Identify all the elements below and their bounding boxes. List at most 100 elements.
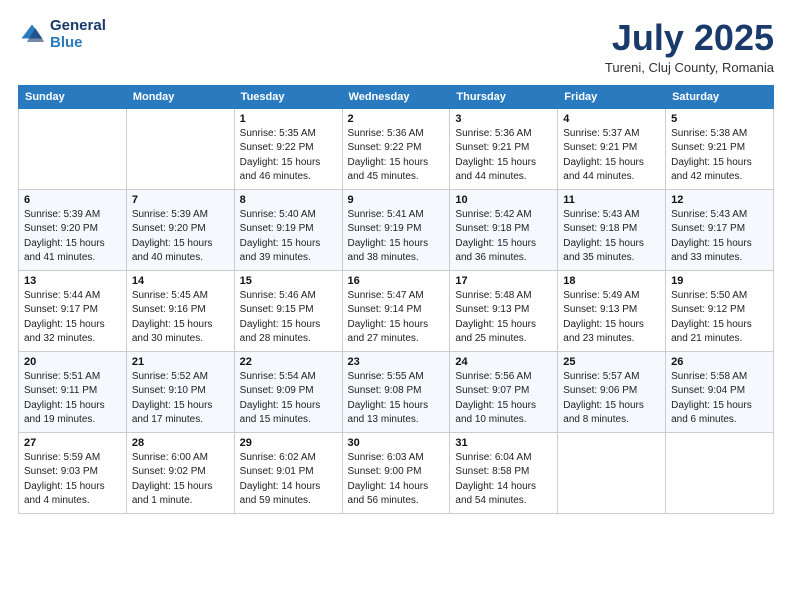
calendar-cell: 16Sunrise: 5:47 AM Sunset: 9:14 PM Dayli… xyxy=(342,270,450,351)
calendar-cell: 11 Sunrise: 5:43 AM Sunset: 9:18 PM Dayli… xyxy=(558,189,666,270)
day-number: 4 xyxy=(563,113,660,125)
header-tuesday: Tuesday xyxy=(234,85,342,108)
day-info: Sunrise: 5:49 AM Sunset: 9:13 PM Dayligh… xyxy=(563,289,660,347)
calendar-cell: 6 Sunrise: 5:39 AM Sunset: 9:20 PM Daylig… xyxy=(19,189,127,270)
day-number: 19 xyxy=(671,275,768,287)
day-number: 13 xyxy=(24,275,121,287)
day-number: 28 xyxy=(132,437,229,449)
day-info: Sunrise: 5:46 AM Sunset: 9:15 PM Dayligh… xyxy=(240,289,337,347)
calendar-cell: 27 Sunrise: 5:59 AM Sunset: 9:03 PM Dayli… xyxy=(19,432,127,513)
calendar-cell: 9Sunrise: 5:41 AM Sunset: 9:19 PM Daylig… xyxy=(342,189,450,270)
day-info: Sunrise: 5:57 AM Sunset: 9:06 PM Dayligh… xyxy=(563,370,660,428)
calendar-cell: 19 Sunrise: 5:50 AM Sunset: 9:12 PM Dayli… xyxy=(666,270,774,351)
calendar-week-row: 20Sunrise: 5:51 AM Sunset: 9:11 PM Dayli… xyxy=(19,351,774,432)
calendar-week-row: 1 Sunrise: 5:35 AM Sunset: 9:22 PM Daylig… xyxy=(19,108,774,189)
day-info: Sunrise: 5:35 AM Sunset: 9:22 PM Dayligh… xyxy=(240,127,337,185)
calendar-cell: 22 Sunrise: 5:54 AM Sunset: 9:09 PM Dayli… xyxy=(234,351,342,432)
calendar-cell: 8Sunrise: 5:40 AM Sunset: 9:19 PM Daylig… xyxy=(234,189,342,270)
logo: General Blue xyxy=(18,18,106,51)
day-number: 27 xyxy=(24,437,121,449)
calendar-cell: 15 Sunrise: 5:46 AM Sunset: 9:15 PM Dayli… xyxy=(234,270,342,351)
month-title: July 2025 xyxy=(605,18,774,58)
calendar-cell: 3Sunrise: 5:36 AM Sunset: 9:21 PM Daylig… xyxy=(450,108,558,189)
day-info: Sunrise: 6:04 AM Sunset: 8:58 PM Dayligh… xyxy=(455,451,552,509)
day-number: 2 xyxy=(348,113,445,125)
day-info: Sunrise: 5:58 AM Sunset: 9:04 PM Dayligh… xyxy=(671,370,768,428)
day-number: 30 xyxy=(348,437,445,449)
calendar-cell xyxy=(126,108,234,189)
calendar-cell: 23 Sunrise: 5:55 AM Sunset: 9:08 PM Dayli… xyxy=(342,351,450,432)
day-info: Sunrise: 5:39 AM Sunset: 9:20 PM Dayligh… xyxy=(24,208,121,266)
day-info: Sunrise: 5:42 AM Sunset: 9:18 PM Dayligh… xyxy=(455,208,552,266)
day-info: Sunrise: 5:50 AM Sunset: 9:12 PM Dayligh… xyxy=(671,289,768,347)
day-number: 14 xyxy=(132,275,229,287)
day-number: 18 xyxy=(563,275,660,287)
day-info: Sunrise: 5:52 AM Sunset: 9:10 PM Dayligh… xyxy=(132,370,229,428)
calendar-cell: 1 Sunrise: 5:35 AM Sunset: 9:22 PM Daylig… xyxy=(234,108,342,189)
calendar-week-row: 27 Sunrise: 5:59 AM Sunset: 9:03 PM Dayli… xyxy=(19,432,774,513)
day-number: 11 xyxy=(563,194,660,206)
logo-icon xyxy=(18,21,46,49)
day-info: Sunrise: 5:55 AM Sunset: 9:08 PM Dayligh… xyxy=(348,370,445,428)
calendar-cell: 14 Sunrise: 5:45 AM Sunset: 9:16 PM Dayli… xyxy=(126,270,234,351)
calendar-cell: 24 Sunrise: 5:56 AM Sunset: 9:07 PM Dayli… xyxy=(450,351,558,432)
calendar-cell: 7 Sunrise: 5:39 AM Sunset: 9:20 PM Daylig… xyxy=(126,189,234,270)
calendar-week-row: 6 Sunrise: 5:39 AM Sunset: 9:20 PM Daylig… xyxy=(19,189,774,270)
day-number: 7 xyxy=(132,194,229,206)
logo-text: General Blue xyxy=(50,18,106,51)
day-info: Sunrise: 6:03 AM Sunset: 9:00 PM Dayligh… xyxy=(348,451,445,509)
day-number: 5 xyxy=(671,113,768,125)
calendar-cell xyxy=(666,432,774,513)
day-info: Sunrise: 5:44 AM Sunset: 9:17 PM Dayligh… xyxy=(24,289,121,347)
day-number: 31 xyxy=(455,437,552,449)
day-number: 24 xyxy=(455,356,552,368)
day-info: Sunrise: 6:02 AM Sunset: 9:01 PM Dayligh… xyxy=(240,451,337,509)
day-info: Sunrise: 5:43 AM Sunset: 9:18 PM Dayligh… xyxy=(563,208,660,266)
day-info: Sunrise: 5:51 AM Sunset: 9:11 PM Dayligh… xyxy=(24,370,121,428)
calendar-cell xyxy=(558,432,666,513)
page: General Blue July 2025 Tureni, Cluj Coun… xyxy=(0,0,792,612)
calendar-week-row: 13 Sunrise: 5:44 AM Sunset: 9:17 PM Dayli… xyxy=(19,270,774,351)
day-info: Sunrise: 5:39 AM Sunset: 9:20 PM Dayligh… xyxy=(132,208,229,266)
day-info: Sunrise: 5:38 AM Sunset: 9:21 PM Dayligh… xyxy=(671,127,768,185)
calendar-cell: 5 Sunrise: 5:38 AM Sunset: 9:21 PM Daylig… xyxy=(666,108,774,189)
calendar-cell: 26 Sunrise: 5:58 AM Sunset: 9:04 PM Dayli… xyxy=(666,351,774,432)
day-info: Sunrise: 5:54 AM Sunset: 9:09 PM Dayligh… xyxy=(240,370,337,428)
calendar-cell: 10Sunrise: 5:42 AM Sunset: 9:18 PM Dayli… xyxy=(450,189,558,270)
day-info: Sunrise: 5:45 AM Sunset: 9:16 PM Dayligh… xyxy=(132,289,229,347)
header-monday: Monday xyxy=(126,85,234,108)
day-info: Sunrise: 5:43 AM Sunset: 9:17 PM Dayligh… xyxy=(671,208,768,266)
day-number: 15 xyxy=(240,275,337,287)
calendar-cell: 4 Sunrise: 5:37 AM Sunset: 9:21 PM Daylig… xyxy=(558,108,666,189)
header-sunday: Sunday xyxy=(19,85,127,108)
day-info: Sunrise: 5:36 AM Sunset: 9:22 PM Dayligh… xyxy=(348,127,445,185)
day-info: Sunrise: 5:59 AM Sunset: 9:03 PM Dayligh… xyxy=(24,451,121,509)
calendar-cell: 25 Sunrise: 5:57 AM Sunset: 9:06 PM Dayli… xyxy=(558,351,666,432)
calendar-cell: 13 Sunrise: 5:44 AM Sunset: 9:17 PM Dayli… xyxy=(19,270,127,351)
day-info: Sunrise: 6:00 AM Sunset: 9:02 PM Dayligh… xyxy=(132,451,229,509)
calendar-header-row: SundayMondayTuesdayWednesdayThursdayFrid… xyxy=(19,85,774,108)
day-number: 25 xyxy=(563,356,660,368)
day-number: 12 xyxy=(671,194,768,206)
header-thursday: Thursday xyxy=(450,85,558,108)
day-number: 22 xyxy=(240,356,337,368)
location: Tureni, Cluj County, Romania xyxy=(605,60,774,75)
day-number: 23 xyxy=(348,356,445,368)
day-number: 26 xyxy=(671,356,768,368)
header-friday: Friday xyxy=(558,85,666,108)
day-number: 8 xyxy=(240,194,337,206)
day-info: Sunrise: 5:37 AM Sunset: 9:21 PM Dayligh… xyxy=(563,127,660,185)
calendar-cell: 29 Sunrise: 6:02 AM Sunset: 9:01 PM Dayli… xyxy=(234,432,342,513)
day-info: Sunrise: 5:56 AM Sunset: 9:07 PM Dayligh… xyxy=(455,370,552,428)
calendar-cell: 28 Sunrise: 6:00 AM Sunset: 9:02 PM Dayli… xyxy=(126,432,234,513)
calendar-cell: 31 Sunrise: 6:04 AM Sunset: 8:58 PM Dayli… xyxy=(450,432,558,513)
calendar-cell: 21Sunrise: 5:52 AM Sunset: 9:10 PM Dayli… xyxy=(126,351,234,432)
day-number: 3 xyxy=(455,113,552,125)
calendar-cell: 2 Sunrise: 5:36 AM Sunset: 9:22 PM Daylig… xyxy=(342,108,450,189)
day-number: 1 xyxy=(240,113,337,125)
logo-general-label: General xyxy=(50,18,106,35)
day-number: 29 xyxy=(240,437,337,449)
day-info: Sunrise: 5:41 AM Sunset: 9:19 PM Dayligh… xyxy=(348,208,445,266)
logo-blue-label: Blue xyxy=(50,35,106,52)
day-number: 6 xyxy=(24,194,121,206)
